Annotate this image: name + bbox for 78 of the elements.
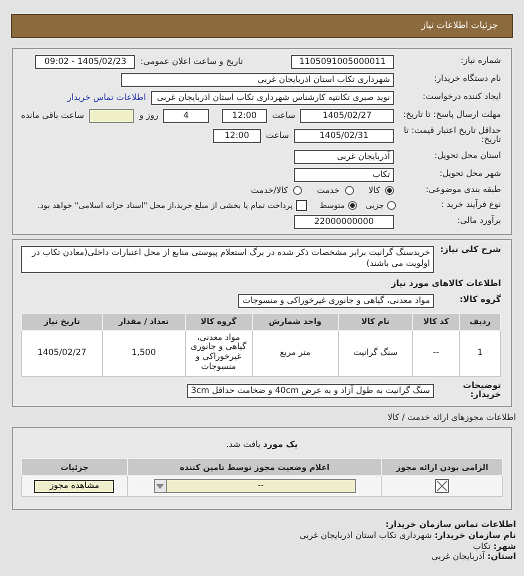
contact-value: تکاب bbox=[472, 542, 491, 552]
caret-icon bbox=[156, 484, 164, 489]
checkbox[interactable] bbox=[296, 200, 307, 211]
summary-field: خریدسنگ گرانیت برابر مشخصات ذکر شده در برگ استعلام پیوستی منابع از محل اعتبارات داخلی(معادن تکاب در اولویت می باشند) bbox=[21, 246, 434, 273]
buyer-notes-field: سنگ گرانیت به طول آزاد و به عرض 40cm و ضخامت حداقل 3cm bbox=[186, 384, 434, 398]
contact-label: استان: bbox=[487, 552, 516, 562]
requester-field: نوید صبری تکانتپه کارشناس شهرداری تکاب استان اذربایجان غربی bbox=[151, 91, 394, 105]
radio-button[interactable] bbox=[344, 186, 354, 196]
deadline-date-field: 1405/02/27 bbox=[300, 109, 394, 123]
column-header: ردیف bbox=[460, 313, 500, 330]
radio-button[interactable] bbox=[292, 186, 302, 196]
field-label: ساعت bbox=[266, 131, 289, 142]
validity-time-field: 12:00 bbox=[212, 129, 261, 144]
radio-label: کالا/خدمت bbox=[250, 186, 288, 196]
field-label: ساعت باقی مانده bbox=[21, 111, 84, 121]
section-title: اطلاعات کالاهای مورد نیاز bbox=[390, 278, 501, 289]
city-field: تکاب bbox=[294, 168, 394, 182]
column-header: نام کالا bbox=[338, 313, 413, 330]
table-cell: 1 bbox=[460, 330, 500, 376]
field-label: شرح کلی نیاز: bbox=[439, 246, 501, 256]
field-label: حداقل تاریخ اعتبار قیمت: تا تاریخ: bbox=[402, 127, 501, 146]
field-label: نام دستگاه خریدار: bbox=[433, 75, 501, 85]
validity-date-field: 1405/02/31 bbox=[294, 129, 394, 144]
contact-title: اطلاعات تماس سازمان خریدار: bbox=[384, 520, 516, 531]
field-label: توضیحات خریدار: bbox=[462, 382, 501, 400]
announce-date-field: 1405/02/23 - 09:02 bbox=[35, 55, 136, 69]
buyer-field: شهرداری تکاب استان اذربایجان غربی bbox=[121, 73, 394, 87]
field-label: ساعت bbox=[272, 111, 296, 121]
radio-label: متوسط bbox=[320, 200, 345, 210]
deadline-time-field: 12:00 bbox=[222, 109, 268, 123]
field-label: نوع فرآیند خرید : bbox=[440, 200, 501, 210]
field-label: مهلت ارسال پاسخ: تا تاریخ: bbox=[402, 111, 501, 121]
table-cell: 1,500 bbox=[102, 330, 185, 376]
column-header: جزئیات bbox=[22, 458, 128, 476]
field-label: برآورد مالی: bbox=[456, 217, 501, 226]
radio-label: جزیی bbox=[366, 200, 384, 210]
goods-group-field: مواد معدنی، گیاهی و جانوری غیرخوراکی و منسوجات bbox=[238, 294, 434, 308]
column-header: الزامی بودن ارائه مجوز bbox=[382, 458, 502, 476]
field-label: تاریخ و ساعت اعلان عمومی: bbox=[140, 57, 243, 67]
field-label: ایجاد کننده درخواست: bbox=[422, 93, 501, 103]
table-cell: مواد معدنی، گیاهی و جانوری غیرخوراکی و منسوجات bbox=[185, 330, 252, 376]
column-header: تاریخ نیاز bbox=[22, 313, 102, 330]
field-label: استان محل تحویل: bbox=[433, 152, 501, 162]
field-label: شهر محل تحویل: bbox=[438, 170, 501, 180]
contact-label: شهر: bbox=[493, 542, 516, 552]
province-field: آذربایجان غربی bbox=[294, 150, 394, 164]
contact-label: نام سازمان خریدار: bbox=[434, 531, 516, 541]
field-label: شماره نیاز: bbox=[460, 57, 501, 67]
table-cell: سنگ گرانیت bbox=[338, 330, 413, 376]
column-header: کد کالا bbox=[412, 313, 460, 330]
result-count: یک مورد یافت شد. bbox=[225, 440, 299, 450]
view-permit-button[interactable]: مشاهده مجوز bbox=[34, 480, 114, 493]
days-field: 4 bbox=[163, 109, 209, 123]
field-label: گروه کالا: bbox=[458, 296, 501, 306]
remaining-hours-field bbox=[89, 109, 134, 123]
section-title: اطلاعات مجوزهای ارائه خدمت / کالا bbox=[386, 413, 516, 424]
column-header: اعلام وضعیت مجوز توسط تامین کننده bbox=[127, 458, 382, 476]
radio-button[interactable] bbox=[385, 186, 394, 196]
checkbox-label: پرداخت تمام یا بخشی از مبلغ خرید،از محل "اسناد خزانه اسلامی" خواهد بود. bbox=[37, 200, 293, 210]
table-cell: -- bbox=[412, 330, 460, 376]
column-header: گروه کالا bbox=[185, 313, 252, 330]
radio-button[interactable] bbox=[387, 200, 396, 210]
column-header: واحد شمارش bbox=[252, 313, 338, 330]
radio-button[interactable] bbox=[348, 200, 357, 210]
contact-value: آذربایجان غربی bbox=[432, 552, 485, 562]
contact-value: شهرداری تکاب استان اذربایجان غربی bbox=[299, 531, 432, 541]
status-dropdown[interactable]: -- bbox=[154, 479, 356, 494]
budget-field: 22000000000 bbox=[294, 214, 394, 229]
radio-label: کالا bbox=[368, 186, 380, 196]
radio-label: خدمت bbox=[316, 186, 340, 196]
field-label: طبقه بندی موضوعی: bbox=[424, 186, 501, 196]
table-cell: متر مربع bbox=[252, 330, 338, 376]
column-header: تعداد / مقدار bbox=[102, 313, 185, 330]
field-label: روز و bbox=[139, 111, 158, 121]
table-cell: 1405/02/27 bbox=[22, 330, 102, 376]
page-title: جزئیات اطلاعات نیاز bbox=[421, 21, 498, 31]
buyer-contact-link[interactable]: اطلاعات تماس خریدار bbox=[67, 93, 146, 103]
need-number-field: 1105091005000011 bbox=[291, 55, 394, 69]
